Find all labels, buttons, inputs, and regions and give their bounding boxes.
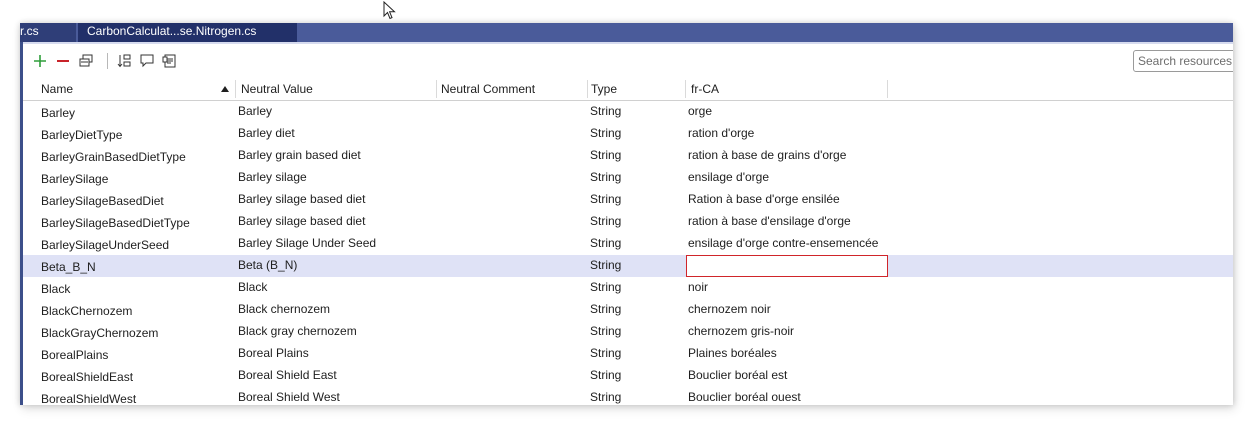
tab-active-file[interactable]: CarbonCalculat...se.Nitrogen.cs bbox=[78, 23, 297, 42]
column-header-name[interactable]: Name bbox=[41, 78, 73, 100]
cell-fr-ca[interactable]: chernozem noir bbox=[688, 299, 771, 321]
column-divider[interactable] bbox=[587, 80, 588, 98]
table-row[interactable]: BarleySilageBasedDiet Barley silage base… bbox=[23, 189, 1233, 211]
cell-type: String bbox=[590, 148, 622, 162]
cell-type: String bbox=[590, 236, 622, 250]
cell-neutral-value[interactable]: Barley silage based diet bbox=[238, 211, 365, 233]
cell-type: String bbox=[590, 280, 622, 294]
cell-neutral-value[interactable]: Barley diet bbox=[238, 123, 295, 145]
cell-name[interactable]: BorealShieldWest bbox=[41, 387, 136, 405]
cell-neutral-value[interactable]: Black chernozem bbox=[238, 299, 330, 321]
cell-fr-ca[interactable]: ration d'orge bbox=[688, 123, 754, 145]
column-divider[interactable] bbox=[436, 80, 437, 98]
cell-type: String bbox=[590, 104, 622, 118]
cell-fr-ca[interactable]: ensilage d'orge contre-ensemencée bbox=[688, 233, 878, 255]
remove-icon[interactable] bbox=[53, 50, 73, 72]
cell-fr-ca[interactable]: noir bbox=[688, 277, 708, 299]
cell-fr-ca[interactable]: Ration à base d'orge ensilée bbox=[688, 189, 840, 211]
cell-fr-ca[interactable]: ensilage d'orge bbox=[688, 167, 769, 189]
column-divider[interactable] bbox=[235, 80, 236, 98]
cell-fr-ca[interactable]: Bouclier boréal ouest bbox=[688, 387, 801, 405]
cell-name[interactable]: BarleySilageBasedDiet bbox=[41, 189, 164, 211]
cell-type: String bbox=[590, 258, 622, 272]
cell-neutral-value[interactable]: Boreal Shield East bbox=[238, 365, 337, 387]
cell-type: String bbox=[590, 302, 622, 316]
copy-icon[interactable] bbox=[76, 50, 96, 72]
search-resources-input[interactable] bbox=[1133, 50, 1233, 72]
table-row-selected[interactable]: Beta_B_N Beta (B_N) String bbox=[23, 255, 1233, 277]
table-row[interactable]: BlackGrayChernozem Black gray chernozem … bbox=[23, 321, 1233, 343]
cell-fr-ca[interactable]: ration à base de grains d'orge bbox=[688, 145, 846, 167]
toolbar-separator bbox=[107, 53, 108, 69]
table-row[interactable]: BarleySilage Barley silage String ensila… bbox=[23, 167, 1233, 189]
grid-header: Name Neutral Value Neutral Comment Type … bbox=[23, 78, 1233, 101]
cell-name[interactable]: BorealPlains bbox=[41, 343, 108, 365]
cell-name[interactable]: BlackGrayChernozem bbox=[41, 321, 158, 343]
cell-name[interactable]: Beta_B_N bbox=[41, 255, 96, 277]
cell-type: String bbox=[590, 346, 622, 360]
sort-icon[interactable] bbox=[114, 50, 134, 72]
cell-name[interactable]: Barley bbox=[41, 101, 75, 123]
column-header-neutral-value[interactable]: Neutral Value bbox=[241, 78, 313, 100]
cell-neutral-value[interactable]: Beta (B_N) bbox=[238, 255, 297, 277]
cell-fr-ca[interactable]: Plaines boréales bbox=[688, 343, 777, 365]
resource-editor-window: r.cs CarbonCalculat...se.Nitrogen.cs Nam… bbox=[20, 23, 1233, 405]
cell-neutral-value[interactable]: Boreal Plains bbox=[238, 343, 309, 365]
column-header-neutral-comment[interactable]: Neutral Comment bbox=[441, 78, 535, 100]
resource-grid: Name Neutral Value Neutral Comment Type … bbox=[23, 78, 1233, 405]
table-row[interactable]: BarleySilageBasedDietType Barley silage … bbox=[23, 211, 1233, 233]
cell-type: String bbox=[590, 126, 622, 140]
cell-neutral-value[interactable]: Black gray chernozem bbox=[238, 321, 357, 343]
cell-fr-ca[interactable]: orge bbox=[688, 101, 712, 123]
table-row[interactable]: Barley Barley String orge bbox=[23, 101, 1233, 123]
table-row[interactable]: BorealPlains Boreal Plains String Plaine… bbox=[23, 343, 1233, 365]
cell-type: String bbox=[590, 368, 622, 382]
cell-fr-ca[interactable]: chernozem gris-noir bbox=[688, 321, 794, 343]
table-row[interactable]: BarleyGrainBasedDietType Barley grain ba… bbox=[23, 145, 1233, 167]
table-row[interactable]: BarleySilageUnderSeed Barley Silage Unde… bbox=[23, 233, 1233, 255]
resource-toolbar bbox=[23, 50, 1233, 72]
cell-neutral-value[interactable]: Black bbox=[238, 277, 267, 299]
cell-name[interactable]: Black bbox=[41, 277, 70, 299]
cell-type: String bbox=[590, 192, 622, 206]
cell-neutral-value[interactable]: Barley silage based diet bbox=[238, 189, 365, 211]
cell-neutral-value[interactable]: Barley bbox=[238, 101, 272, 123]
cell-fr-ca[interactable]: Bouclier boréal est bbox=[688, 365, 787, 387]
document-icon[interactable] bbox=[160, 50, 180, 72]
column-header-type[interactable]: Type bbox=[591, 78, 617, 100]
table-row[interactable]: BorealShieldEast Boreal Shield East Stri… bbox=[23, 365, 1233, 387]
column-header-fr-ca[interactable]: fr-CA bbox=[691, 78, 719, 100]
table-row[interactable]: BarleyDietType Barley diet String ration… bbox=[23, 123, 1233, 145]
sort-ascending-icon bbox=[221, 86, 229, 92]
table-row[interactable]: BlackChernozem Black chernozem String ch… bbox=[23, 299, 1233, 321]
table-row[interactable]: BorealShieldWest Boreal Shield West Stri… bbox=[23, 387, 1233, 405]
cell-fr-ca[interactable]: ration à base d'ensilage d'orge bbox=[688, 211, 851, 233]
add-icon[interactable] bbox=[30, 50, 50, 72]
document-tab-strip: r.cs CarbonCalculat...se.Nitrogen.cs bbox=[20, 23, 1233, 44]
cell-neutral-value[interactable]: Boreal Shield West bbox=[238, 387, 340, 405]
cell-name[interactable]: BarleySilage bbox=[41, 167, 108, 189]
cell-name[interactable]: BarleyGrainBasedDietType bbox=[41, 145, 186, 167]
cell-name[interactable]: BlackChernozem bbox=[41, 299, 132, 321]
table-row[interactable]: Black Black String noir bbox=[23, 277, 1233, 299]
cell-name[interactable]: BorealShieldEast bbox=[41, 365, 133, 387]
fr-ca-edit-field[interactable] bbox=[686, 255, 888, 277]
cell-type: String bbox=[590, 390, 622, 404]
cell-neutral-value[interactable]: Barley grain based diet bbox=[238, 145, 361, 167]
cell-name[interactable]: BarleySilageUnderSeed bbox=[41, 233, 169, 255]
cell-neutral-value[interactable]: Barley Silage Under Seed bbox=[238, 233, 376, 255]
cell-neutral-value[interactable]: Barley silage bbox=[238, 167, 307, 189]
cell-name[interactable]: BarleyDietType bbox=[41, 123, 122, 145]
column-divider[interactable] bbox=[685, 80, 686, 98]
mouse-cursor-icon bbox=[383, 1, 396, 20]
cell-name[interactable]: BarleySilageBasedDietType bbox=[41, 211, 190, 233]
cell-type: String bbox=[590, 170, 622, 184]
cell-type: String bbox=[590, 214, 622, 228]
comment-icon[interactable] bbox=[137, 50, 157, 72]
cell-type: String bbox=[590, 324, 622, 338]
tab-previous-file[interactable]: r.cs bbox=[20, 23, 76, 42]
column-divider[interactable] bbox=[887, 80, 888, 98]
